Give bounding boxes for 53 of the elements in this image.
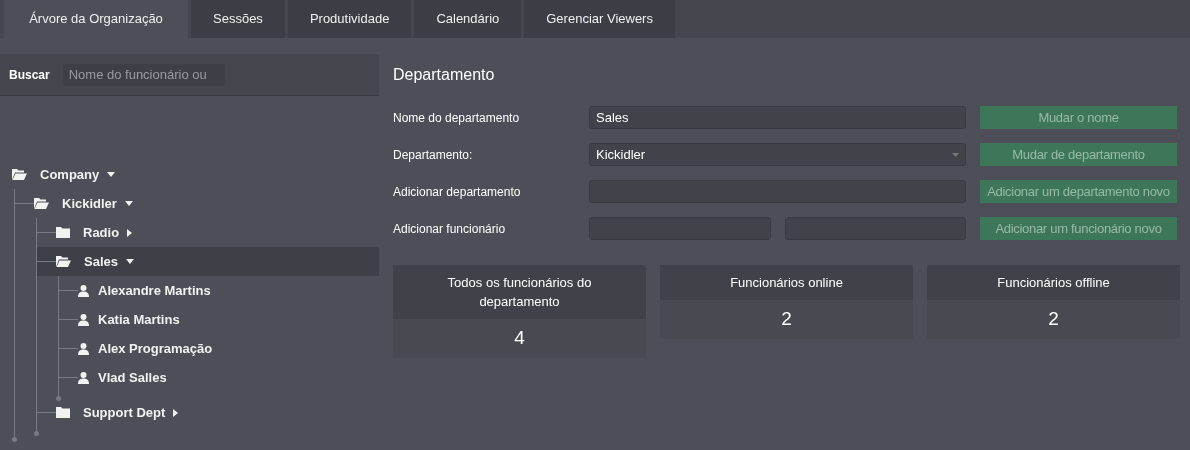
section-title: Departamento	[393, 65, 496, 85]
tree-row[interactable]: Support Dept	[37, 398, 379, 427]
tab[interactable]: Árvore da Organização	[4, 0, 188, 38]
caret-down-icon[interactable]	[107, 172, 116, 177]
dropdown[interactable]: Kickidler	[589, 143, 966, 166]
stat-label: Todos os funcionários do departamento	[393, 265, 646, 319]
person-icon	[78, 284, 89, 297]
tree-row[interactable]: Katia Martins	[59, 305, 379, 334]
folder-icon	[56, 227, 70, 238]
tree-label: Katia Martins	[98, 310, 180, 329]
stat-value: 4	[513, 326, 526, 350]
tree-label: Sales	[84, 252, 118, 271]
tree-label: Company	[40, 165, 100, 184]
tree-row[interactable]: Alex Programação	[59, 334, 379, 363]
tree-row[interactable]: Alexandre Martins	[59, 276, 379, 305]
search-label: Buscar	[9, 66, 50, 84]
open-folder-icon	[12, 169, 27, 180]
tree-row[interactable]: Sales	[37, 247, 379, 276]
field-label: Departamento:	[393, 146, 474, 164]
folder-icon	[56, 407, 70, 418]
text-field[interactable]: Sales	[589, 106, 966, 129]
field-label: Nome do departamento	[393, 109, 521, 127]
caret-down-icon[interactable]	[124, 201, 133, 206]
tab[interactable]: Gerenciar Viewers	[524, 0, 675, 38]
person-icon	[78, 313, 89, 326]
tree-row[interactable]: Radio	[37, 218, 379, 247]
tree-label: Kickidler	[62, 194, 117, 213]
caret-down-icon	[952, 152, 959, 157]
tab[interactable]: Produtividade	[287, 0, 412, 38]
search-field[interactable]: Nome do funcionário ou	[62, 63, 225, 86]
tree-label: Radio	[83, 223, 120, 242]
open-folder-icon	[56, 256, 71, 267]
caret-right-icon[interactable]	[173, 408, 179, 417]
open-folder-icon	[34, 198, 49, 209]
stat-label: Funcionários offline	[927, 265, 1180, 300]
tree-label: Alex Programação	[98, 339, 213, 358]
caret-down-icon[interactable]	[126, 259, 134, 264]
stat-value: 2	[780, 307, 793, 331]
tree-row[interactable]: Vlad Salles	[59, 363, 379, 392]
tree-label: Vlad Salles	[98, 368, 167, 387]
caret-right-icon[interactable]	[127, 228, 133, 237]
stat-label: Funcionários online	[660, 265, 913, 300]
tree-row[interactable]: Company	[0, 160, 379, 189]
field-label: Adicionar funcionário	[393, 220, 507, 238]
tree-label: Support Dept	[83, 403, 166, 422]
person-icon	[78, 371, 89, 384]
tab[interactable]: Calendário	[414, 0, 522, 38]
tree-label: Alexandre Martins	[98, 281, 211, 300]
field-label: Adicionar departamento	[393, 183, 522, 201]
tree-row[interactable]: Kickidler	[15, 189, 379, 218]
stat-value: 2	[1047, 307, 1060, 331]
person-icon	[78, 342, 89, 355]
tab[interactable]: Sessões	[191, 0, 285, 38]
